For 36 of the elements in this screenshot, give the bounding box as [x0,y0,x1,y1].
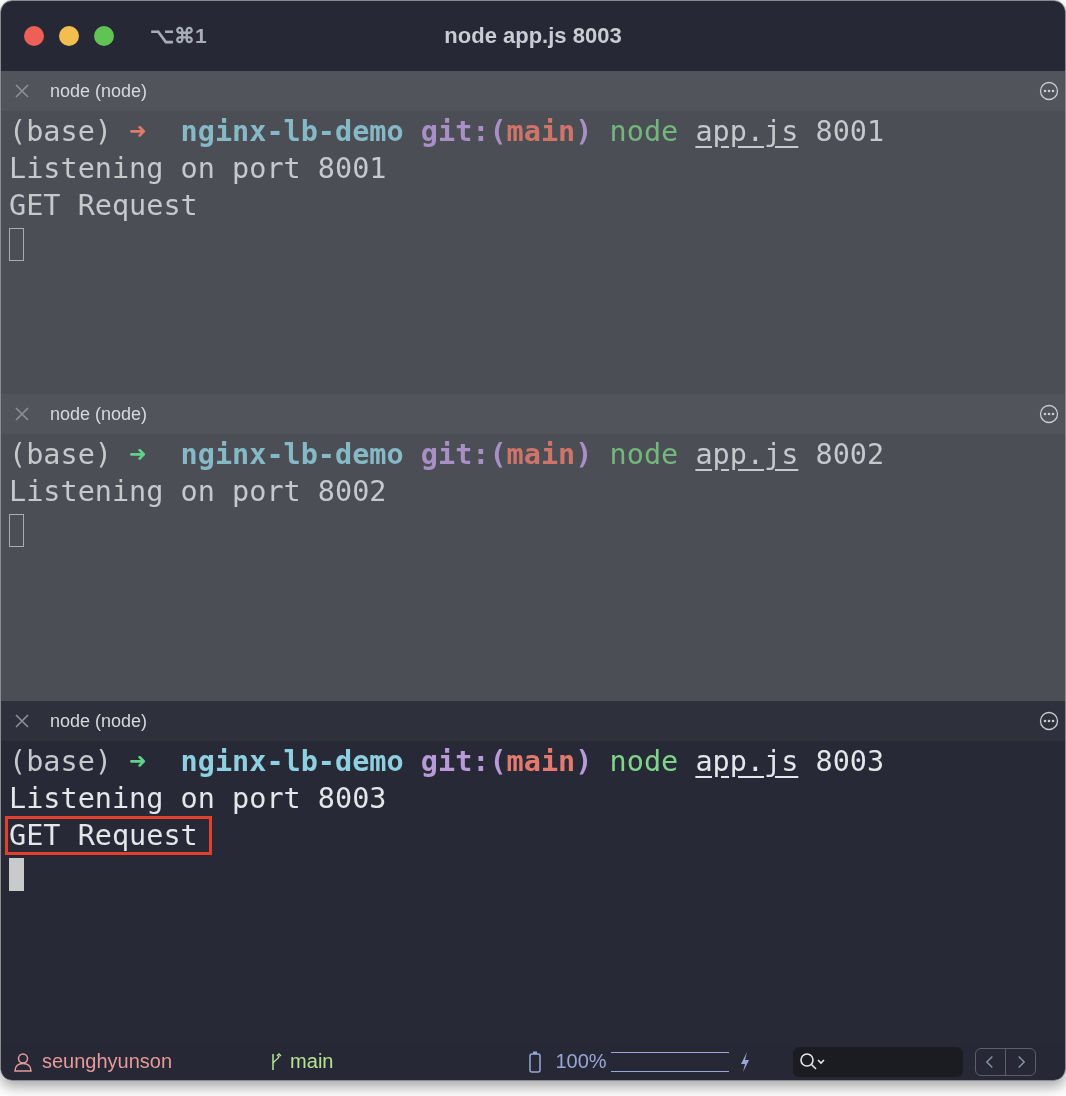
command-line: (base) ➜ nginx-lb-demo git:(main) node app.js 8002 [9,438,885,471]
cursor [9,227,24,261]
pane-title: node (node) [50,403,149,425]
lightning-icon [738,1050,751,1073]
output-line: GET Request [9,190,198,221]
terminal-pane[interactable]: node (node) (base) ➜ nginx-lb-demo git:(main) node app.js 8001 Listening on port 8001 GET Request [1,71,1065,394]
output-line: Listening on port 8001 [9,153,387,184]
user-icon [13,1051,33,1072]
more-icon[interactable] [1039,81,1059,101]
more-icon[interactable] [1039,404,1059,424]
branch-name: main [290,1050,334,1073]
branch-icon [270,1051,283,1072]
search-field[interactable] [792,1046,963,1077]
close-button[interactable] [24,26,44,46]
close-icon[interactable] [14,713,30,729]
command-line: (base) ➜ nginx-lb-demo git:(main) node app.js 8003 [9,745,885,778]
shortcut-label: ⌥⌘1 [150,24,207,48]
user-name: seunghyunson [42,1050,173,1073]
more-icon[interactable] [1039,711,1059,731]
minimize-button[interactable] [59,26,79,46]
output-line: Listening on port 8002 [9,476,387,507]
cursor [9,857,24,891]
search-icon [798,1051,825,1072]
terminal-pane[interactable]: node (node) (base) ➜ nginx-lb-demo git:(main) node app.js 8002 Listening on port 8002 [1,394,1065,701]
terminal-pane[interactable]: node (node) (base) ➜ nginx-lb-demo git:(main) node app.js 8003 Listening on port 8003 GET Request [1,701,1065,1043]
close-icon[interactable] [14,406,30,422]
cursor [9,513,24,547]
output-line: Listening on port 8003 [9,783,387,814]
pane-title: node (node) [50,80,149,102]
close-icon[interactable] [14,83,30,99]
zoom-button[interactable] [94,26,114,46]
command-line: (base) ➜ nginx-lb-demo git:(main) node app.js 8001 [9,115,885,148]
window-title: node app.js 8003 [444,23,622,49]
battery-icon [529,1050,542,1073]
battery-level: 100% [555,1050,607,1073]
pane-title: node (node) [50,710,149,732]
